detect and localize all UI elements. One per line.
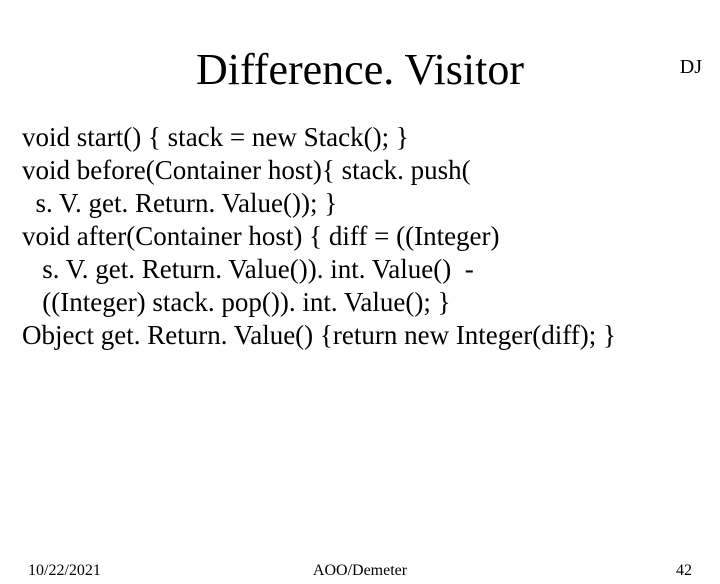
corner-tag: DJ [680,56,702,79]
slide-title: Difference. Visitor [0,44,720,95]
footer-center: AOO/Demeter [0,562,720,580]
slide-body: void start() { stack = new Stack(); } vo… [0,121,720,352]
slide: DJ Difference. Visitor void start() { st… [0,44,720,584]
footer-page-number: 42 [676,562,692,580]
